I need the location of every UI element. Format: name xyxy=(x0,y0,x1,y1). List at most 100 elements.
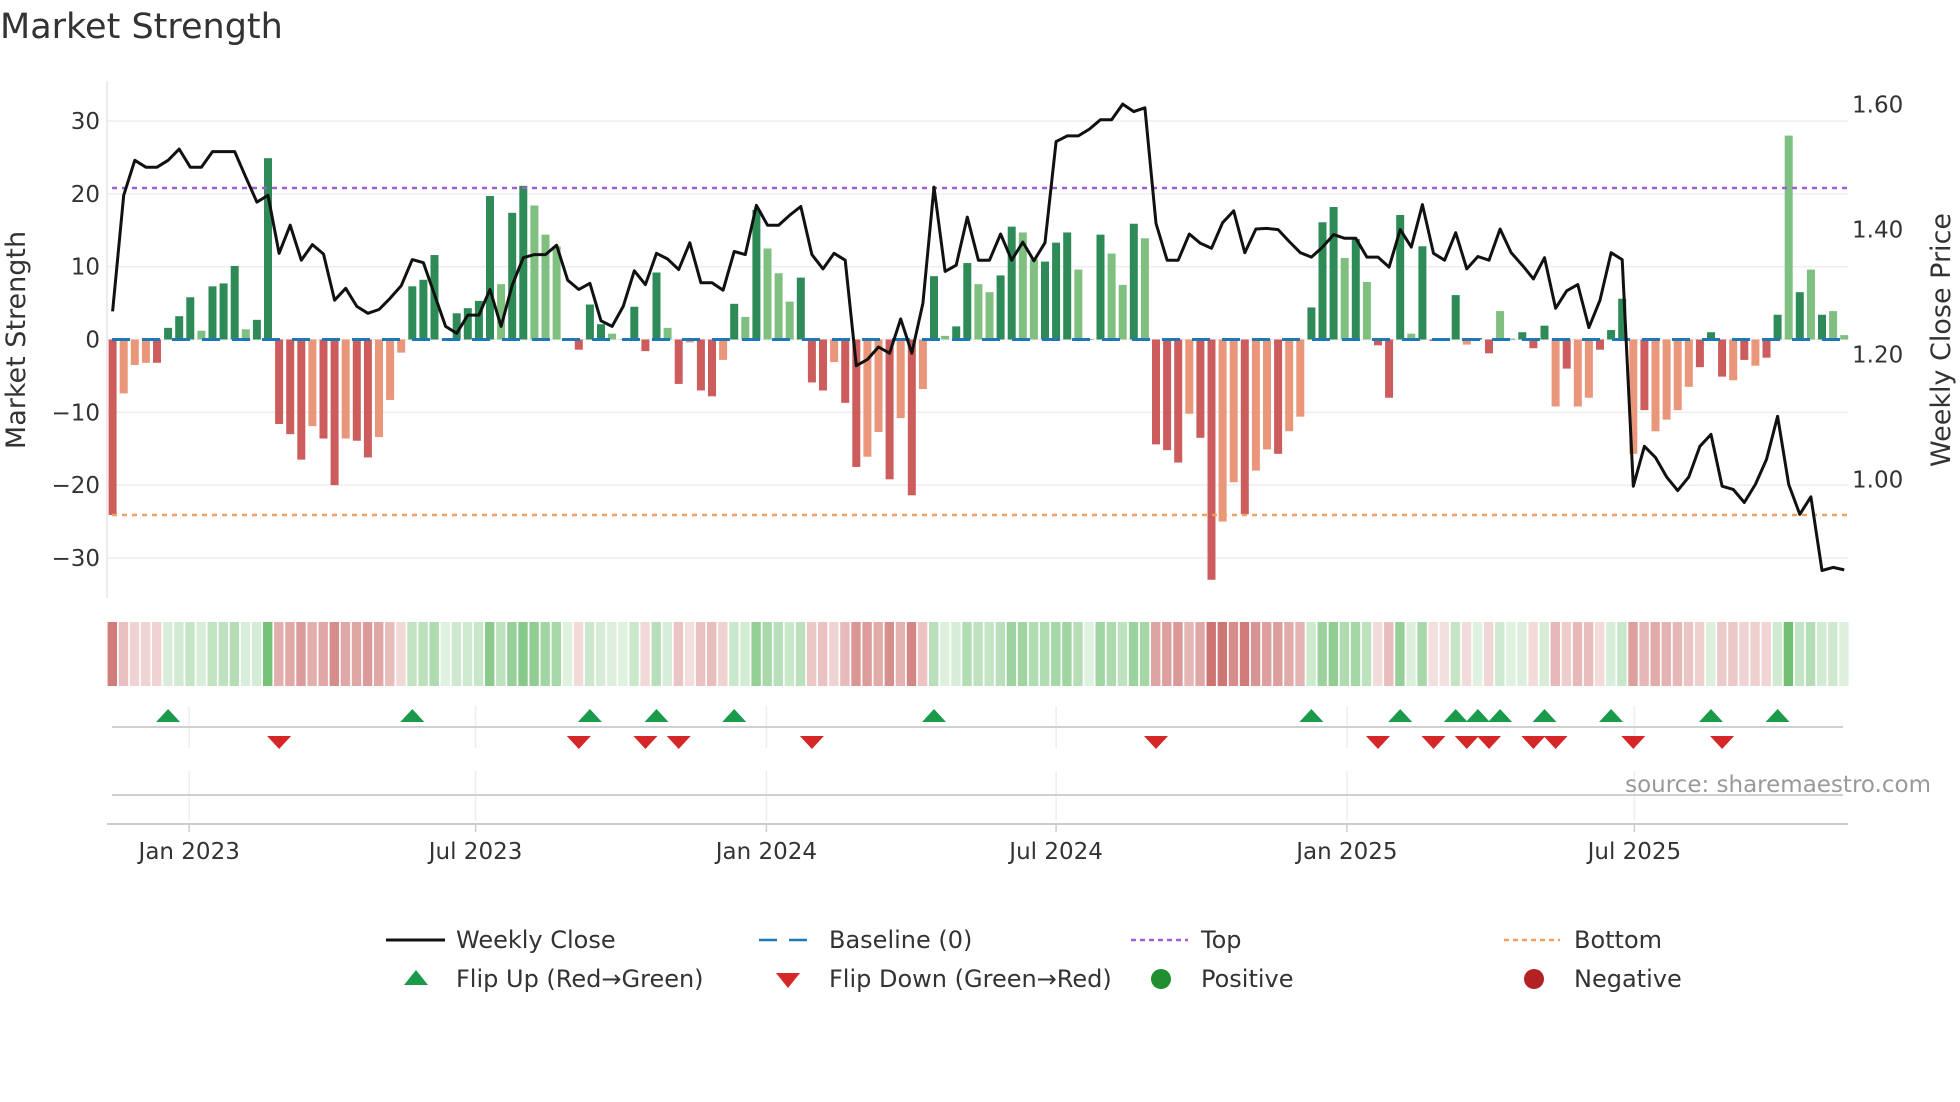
strength-bar xyxy=(386,339,395,400)
strength-bar xyxy=(1329,206,1338,340)
flip-up-marker xyxy=(1388,709,1413,722)
x-tick-label: Jan 2023 xyxy=(137,839,240,865)
flip-down-marker xyxy=(1621,736,1646,749)
strength-bar xyxy=(352,339,361,441)
flip-up-marker xyxy=(1299,709,1324,722)
strength-bar xyxy=(907,339,916,496)
strength-bar xyxy=(796,277,805,340)
heatmap-cell xyxy=(1639,622,1649,686)
flip-up-marker xyxy=(1465,709,1490,722)
heatmap-cell xyxy=(1317,622,1327,686)
strength-bar xyxy=(1573,339,1582,407)
y-tick-label: 0 xyxy=(85,328,100,354)
y-tick-label: −20 xyxy=(51,473,100,499)
heatmap-cell xyxy=(385,622,395,686)
legend-item-flip-down: Flip Down (Green→Red) xyxy=(776,965,1112,993)
heatmap-cell xyxy=(418,622,428,686)
heatmap-cell xyxy=(718,622,728,686)
heatmap-cell xyxy=(1017,622,1028,686)
heatmap-cell xyxy=(951,622,961,686)
right-axis-ticks: 1.60 1.40 1.20 1.00 xyxy=(1852,93,1903,494)
heatmap-cell xyxy=(1084,622,1094,686)
flip-up-marker xyxy=(1699,709,1723,722)
strength-bar xyxy=(1729,339,1738,381)
legend-label: Negative xyxy=(1574,965,1682,993)
flip-down-marker xyxy=(799,736,824,749)
heatmap-cell xyxy=(1339,622,1350,686)
heatmap-cell xyxy=(1051,622,1061,686)
heatmap-cell xyxy=(451,622,462,686)
strength-bar xyxy=(952,326,961,340)
heatmap-cell xyxy=(152,622,162,686)
strength-bar xyxy=(1318,222,1327,340)
heatmap-cell xyxy=(1572,622,1583,686)
y2-tick-label: 1.00 xyxy=(1852,467,1903,493)
strength-bar xyxy=(1584,339,1593,398)
heatmap-cell xyxy=(1794,622,1805,686)
heatmap-cell xyxy=(1628,622,1638,686)
strength-bar xyxy=(330,339,339,486)
strength-bar xyxy=(141,339,150,363)
heatmap-cell xyxy=(707,622,717,686)
heatmap-cell xyxy=(806,622,817,686)
y2-tick-label: 1.40 xyxy=(1852,218,1903,244)
heatmap-cell xyxy=(1839,622,1849,686)
strength-bar xyxy=(1684,339,1693,387)
triangle-down-icon xyxy=(776,973,800,988)
y-tick-label: 20 xyxy=(71,182,100,208)
strength-bar xyxy=(941,335,950,340)
strength-bar xyxy=(486,196,494,340)
heatmap-cell xyxy=(374,622,384,686)
strength-bar xyxy=(1496,311,1505,340)
heatmap-cell xyxy=(1306,622,1316,686)
heatmap-cell xyxy=(1539,622,1549,686)
heatmap-cell xyxy=(818,622,828,686)
heatmap-cell xyxy=(1139,622,1150,686)
legend-item-weekly-close: Weekly Close xyxy=(386,926,616,954)
heatmap-cell xyxy=(496,622,506,686)
strength-bar xyxy=(1651,339,1660,432)
heatmap-cell xyxy=(851,622,861,686)
heatmap-cell xyxy=(307,622,317,686)
strength-bar xyxy=(1240,339,1249,515)
strength-bar xyxy=(1096,234,1105,340)
heatmap-cell xyxy=(1728,622,1738,686)
flip-up-marker xyxy=(922,709,946,722)
strength-bar xyxy=(641,339,650,352)
strength-bar xyxy=(230,265,239,340)
strength-bar xyxy=(896,339,905,419)
heatmap-cell xyxy=(1262,622,1272,686)
legend-label: Bottom xyxy=(1574,926,1662,954)
heatmap-cell xyxy=(1284,622,1294,686)
flip-markers-panel xyxy=(112,706,1843,749)
strength-bar xyxy=(1129,223,1138,340)
strength-bar xyxy=(1063,232,1072,340)
strength-bar xyxy=(164,327,173,340)
heatmap-cell xyxy=(1672,622,1683,686)
strength-bar xyxy=(1218,339,1227,522)
heatmap-cell xyxy=(1706,622,1716,686)
heatmap-cell xyxy=(185,622,195,686)
strength-bar xyxy=(963,263,972,340)
heatmap-cell xyxy=(285,622,295,686)
strength-bar xyxy=(1485,339,1493,354)
heatmap-cell xyxy=(618,622,628,686)
strength-bar xyxy=(985,292,994,340)
legend-item-positive: Positive xyxy=(1151,965,1294,993)
strength-bar xyxy=(652,272,661,340)
strength-bar xyxy=(1052,242,1061,340)
strength-bar xyxy=(153,339,161,363)
heatmap-cell xyxy=(762,622,772,686)
strength-bar xyxy=(108,339,117,515)
strength-bar xyxy=(1296,339,1305,417)
heatmap-cell xyxy=(1472,622,1483,686)
strength-bar xyxy=(807,339,816,383)
y-tick-label: −30 xyxy=(51,546,100,572)
heatmap-cell xyxy=(873,622,883,686)
heatmap-cell xyxy=(795,622,806,686)
heatmap-cell xyxy=(1217,622,1227,686)
heatmap-cell xyxy=(1106,622,1116,686)
heatmap-cell xyxy=(1761,622,1771,686)
legend: Weekly Close Baseline (0) Top Bottom Fli… xyxy=(386,926,1682,993)
flip-down-marker xyxy=(1144,736,1168,749)
